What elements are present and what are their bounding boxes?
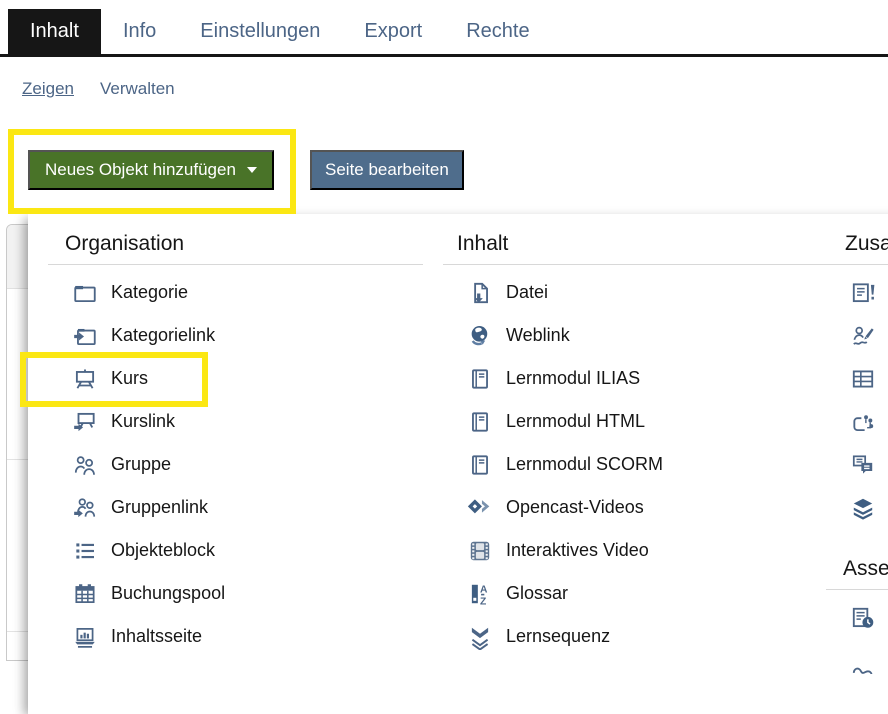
svg-text:Z: Z [480, 596, 486, 607]
menu-item-inhaltsseite[interactable]: Inhaltsseite [48, 615, 423, 658]
edit-page-label: Seite bearbeiten [325, 160, 449, 180]
list-icon [72, 538, 98, 564]
menu-item-glossar[interactable]: AZ Glossar [443, 572, 828, 615]
page-chart-icon [72, 624, 98, 650]
menu-item-label: Objekteblock [111, 540, 215, 561]
tab-rechte[interactable]: Rechte [444, 9, 551, 54]
book-icon [467, 409, 493, 435]
main-tab-bar: Inhalt Info Einstellungen Export Rechte [0, 9, 888, 57]
edit-page-button[interactable]: Seite bearbeiten [310, 150, 464, 190]
folder-link-icon [72, 323, 98, 349]
menu-item-clipped[interactable] [826, 486, 888, 529]
tab-info[interactable]: Info [101, 9, 178, 54]
tab-export[interactable]: Export [342, 9, 444, 54]
menu-item-gruppenlink[interactable]: Gruppenlink [48, 486, 423, 529]
menu-item-clipped[interactable] [826, 357, 888, 400]
menu-item-clipped[interactable] [826, 400, 888, 443]
menu-column-clipped: Zusa [826, 226, 888, 682]
people-icon [72, 452, 98, 478]
document-exclamation-icon [850, 280, 876, 306]
subtab-zeigen[interactable]: Zeigen [22, 79, 74, 99]
calendar-icon [72, 581, 98, 607]
menu-item-clipped[interactable] [826, 271, 888, 314]
menu-item-weblink[interactable]: Weblink [443, 314, 828, 357]
menu-item-datei[interactable]: Datei [443, 271, 828, 314]
menu-item-label: Lernsequenz [506, 626, 610, 647]
menu-item-label: Kurslink [111, 411, 175, 432]
menu-item-lernmodul-ilias[interactable]: Lernmodul ILIAS [443, 357, 828, 400]
menu-item-objekteblock[interactable]: Objekteblock [48, 529, 423, 572]
menu-item-label: Glossar [506, 583, 568, 604]
menu-item-label: Datei [506, 282, 548, 303]
menu-item-clipped[interactable] [826, 443, 888, 486]
menu-item-interaktives-video[interactable]: Interaktives Video [443, 529, 828, 572]
people-link-icon [72, 495, 98, 521]
subtab-verwalten[interactable]: Verwalten [100, 79, 175, 99]
sub-tab-bar: Zeigen Verwalten [22, 79, 175, 99]
menu-item-lernmodul-scorm[interactable]: Lernmodul SCORM [443, 443, 828, 486]
menu-item-lernmodul-html[interactable]: Lernmodul HTML [443, 400, 828, 443]
menu-column-inhalt: Inhalt Datei Weblink Lernmodul ILIAS [443, 226, 828, 658]
voting-icon [850, 409, 876, 435]
menu-item-kategorielink[interactable]: Kategorielink [48, 314, 423, 357]
menu-list: Kategorie Kategorielink Kurs Kurslink [48, 271, 423, 658]
menu-item-label: Kategorielink [111, 325, 215, 346]
menu-section-header: Asse [826, 551, 888, 590]
tutorial-highlight-kurs-item [20, 352, 208, 407]
tab-inhalt[interactable]: Inhalt [8, 9, 101, 54]
menu-list [826, 271, 888, 529]
file-clock-icon [850, 605, 876, 631]
easel-link-icon [72, 409, 98, 435]
menu-item-label: Kategorie [111, 282, 188, 303]
opencast-icon [467, 495, 493, 521]
add-object-dropdown-panel: Organisation Kategorie Kategorielink Kur… [28, 214, 888, 714]
menu-item-label: Buchungspool [111, 583, 225, 604]
tab-einstellungen[interactable]: Einstellungen [178, 9, 342, 54]
menu-item-opencast-videos[interactable]: Opencast-Videos [443, 486, 828, 529]
menu-item-kategorie[interactable]: Kategorie [48, 271, 423, 314]
menu-section-header: Zusa [826, 226, 888, 265]
menu-item-label: Lernmodul ILIAS [506, 368, 640, 389]
menu-item-clipped[interactable] [826, 314, 888, 357]
menu-column-organisation: Organisation Kategorie Kategorielink Kur… [48, 226, 423, 658]
menu-list [826, 596, 888, 682]
filmstrip-icon [467, 538, 493, 564]
menu-item-label: Lernmodul SCORM [506, 454, 663, 475]
menu-item-lernsequenz[interactable]: Lernsequenz [443, 615, 828, 658]
svg-text:A: A [480, 584, 488, 595]
tutorial-highlight-add-button [8, 129, 296, 214]
person-signature-icon [850, 323, 876, 349]
book-icon [467, 366, 493, 392]
globe-link-icon [467, 323, 493, 349]
menu-item-gruppe[interactable]: Gruppe [48, 443, 423, 486]
table-icon [850, 366, 876, 392]
menu-item-label: Gruppe [111, 454, 171, 475]
book-icon [467, 452, 493, 478]
glossary-icon: AZ [467, 581, 493, 607]
menu-item-label: Opencast-Videos [506, 497, 644, 518]
menu-item-buchungspool[interactable]: Buchungspool [48, 572, 423, 615]
menu-item-label: Lernmodul HTML [506, 411, 645, 432]
folder-icon [72, 280, 98, 306]
menu-section-header: Organisation [48, 226, 423, 265]
menu-item-label: Inhaltsseite [111, 626, 202, 647]
menu-section-header: Inhalt [443, 226, 828, 265]
menu-item-label: Weblink [506, 325, 570, 346]
forum-icon [850, 452, 876, 478]
file-download-icon [467, 280, 493, 306]
layers-icon [850, 495, 876, 521]
chevrons-down-icon [467, 624, 493, 650]
menu-list: Datei Weblink Lernmodul ILIAS Lernmodul … [443, 271, 828, 658]
menu-item-clipped[interactable] [826, 596, 888, 639]
menu-item-label: Interaktives Video [506, 540, 649, 561]
menu-item-label: Gruppenlink [111, 497, 208, 518]
